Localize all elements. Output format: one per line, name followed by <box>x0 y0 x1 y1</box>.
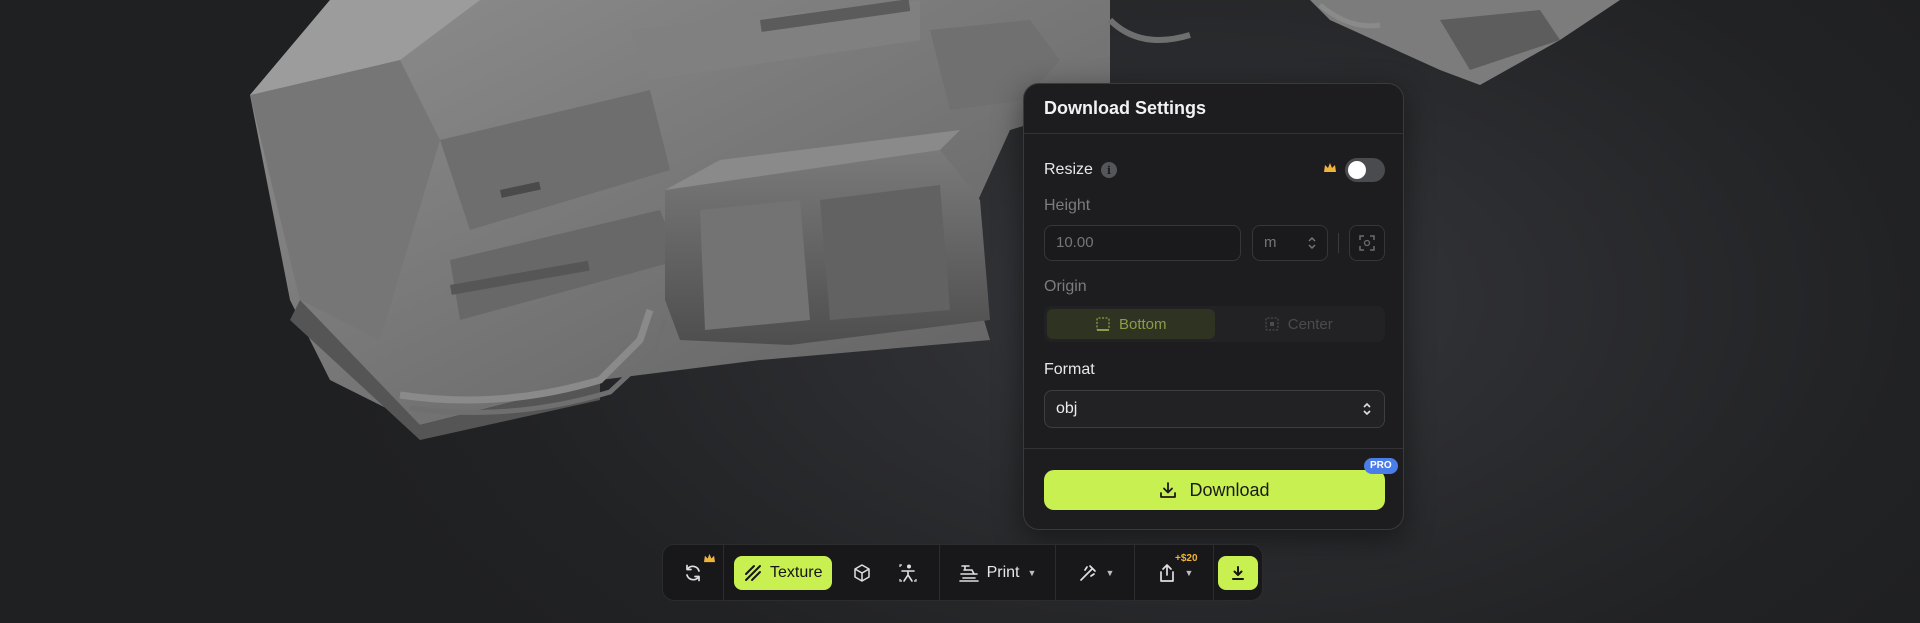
chevron-updown-icon <box>1363 402 1371 416</box>
align-center-icon <box>1265 317 1279 331</box>
download-label: Download <box>1189 479 1270 500</box>
share-group: ▼ +$20 <box>1135 545 1213 600</box>
toggle-knob <box>1348 161 1366 179</box>
align-bottom-icon <box>1096 317 1110 331</box>
download-icon <box>1160 482 1177 498</box>
scan-icon <box>1359 235 1375 251</box>
origin-bottom-option[interactable]: Bottom <box>1047 309 1215 339</box>
credit-cost: +$20 <box>1175 553 1198 564</box>
format-value: obj <box>1056 400 1078 417</box>
panel-title: Download Settings <box>1024 84 1403 134</box>
refresh-icon <box>686 564 700 581</box>
resize-row: Resize i <box>1044 158 1385 182</box>
download-button[interactable]: Download <box>1044 470 1385 510</box>
view-mode-group: Texture <box>724 545 939 600</box>
resize-toggle[interactable] <box>1345 158 1385 182</box>
pro-badge: PRO <box>1364 458 1398 474</box>
info-icon[interactable]: i <box>1100 162 1117 178</box>
share-icon <box>1159 563 1174 582</box>
texture-label: Texture <box>770 563 823 581</box>
magic-icon <box>1079 564 1096 581</box>
chevron-down-icon[interactable]: ▼ <box>1185 568 1194 578</box>
origin-segmented-control: Bottom Center <box>1044 306 1385 342</box>
tools-group: ▼ <box>1056 545 1134 600</box>
model-viewport[interactable] <box>0 0 1920 623</box>
chevron-updown-icon <box>1308 236 1316 250</box>
chevron-down-icon[interactable]: ▼ <box>1106 568 1115 578</box>
print-button[interactable]: Print ▼ <box>958 563 1037 582</box>
download-icon <box>1232 565 1244 580</box>
tools-button[interactable] <box>1076 557 1100 589</box>
format-label: Format <box>1044 361 1095 378</box>
remesh-group <box>663 545 723 600</box>
printer-icon <box>958 564 979 582</box>
rig-button[interactable] <box>892 557 924 589</box>
download-settings-panel: Download Settings Resize i Height 10.00 … <box>1023 83 1404 530</box>
fit-scale-button[interactable] <box>1349 225 1385 261</box>
wireframe-button[interactable] <box>846 557 878 589</box>
divider <box>1338 233 1339 253</box>
origin-label: Origin <box>1044 278 1087 295</box>
origin-bottom-label: Bottom <box>1118 315 1167 333</box>
cube-outline-icon <box>854 563 871 582</box>
crown-icon <box>704 553 715 563</box>
figure-icon <box>899 563 918 582</box>
panel-divider <box>1024 448 1403 449</box>
format-select[interactable]: obj <box>1044 390 1385 428</box>
origin-center-label: Center <box>1287 315 1333 333</box>
unit-select[interactable]: m <box>1252 225 1328 261</box>
print-group: Print ▼ <box>940 545 1055 600</box>
height-input[interactable]: 10.00 <box>1044 225 1241 261</box>
texture-stripes-icon <box>745 564 761 581</box>
bottom-toolbar: Texture Print ▼ ▼ ▼ +$20 <box>662 544 1263 601</box>
height-label: Height <box>1044 197 1091 214</box>
chevron-down-icon: ▼ <box>1027 567 1037 578</box>
download-group <box>1214 545 1262 600</box>
toolbar-download-button[interactable] <box>1218 555 1258 590</box>
print-label: Print <box>986 563 1020 581</box>
resize-label: Resize <box>1044 161 1093 178</box>
unit-value: m <box>1264 234 1277 251</box>
texture-button[interactable]: Texture <box>734 555 833 590</box>
crown-icon <box>1324 163 1336 172</box>
origin-center-option[interactable]: Center <box>1215 309 1383 339</box>
